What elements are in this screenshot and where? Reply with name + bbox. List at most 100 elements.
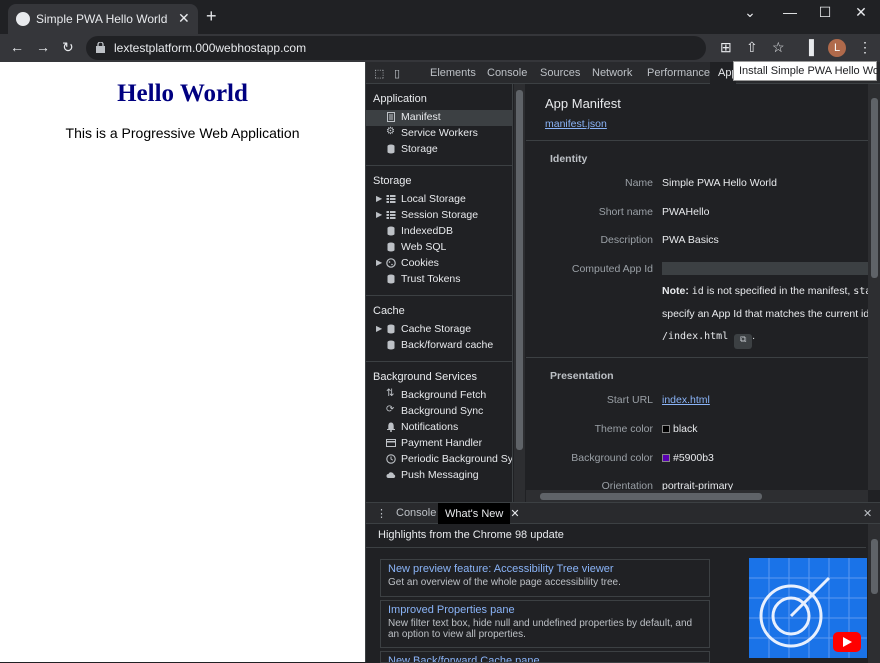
expand-triangle-icon[interactable]: ▶ bbox=[376, 210, 382, 219]
close-window-button[interactable]: ✕ bbox=[846, 4, 876, 21]
sidebar-item-back-forward-cache[interactable]: Back/forward cache bbox=[366, 338, 512, 354]
page-text: This is a Progressive Web Application bbox=[65, 125, 300, 141]
sidebar-item-background-fetch[interactable]: ⇅ Background Fetch bbox=[366, 388, 512, 404]
sidebar-header-cache: Cache bbox=[373, 305, 405, 317]
gear-icon: ⚙ bbox=[386, 126, 395, 137]
close-tab-icon[interactable]: ✕ bbox=[178, 10, 190, 27]
sidebar-item-label: Web SQL bbox=[401, 241, 447, 253]
start-url-label: Start URL bbox=[606, 394, 653, 406]
sidebar-item-push-messaging[interactable]: Push Messaging bbox=[366, 468, 512, 484]
grid-icon bbox=[386, 210, 396, 220]
sidebar-item-cookies[interactable]: ▶ Cookies bbox=[366, 256, 512, 272]
whats-new-card[interactable]: New preview feature: Accessibility Tree … bbox=[380, 559, 710, 597]
card-description: New filter text box, hide null and undef… bbox=[388, 618, 693, 640]
section-divider bbox=[526, 357, 868, 358]
scrollbar-thumb[interactable] bbox=[871, 539, 878, 594]
video-thumbnail[interactable] bbox=[749, 558, 867, 658]
sidebar-item-label: Manifest bbox=[401, 111, 441, 123]
copy-icon[interactable]: ⧉ bbox=[734, 334, 753, 349]
tab-network[interactable]: Network bbox=[592, 67, 632, 79]
sidebar-item-notifications[interactable]: Notifications bbox=[366, 420, 512, 436]
sidebar-item-label: Storage bbox=[401, 143, 438, 155]
sidebar-item-trust-tokens[interactable]: Trust Tokens bbox=[366, 272, 512, 288]
whats-new-card[interactable]: Improved Properties pane New filter text… bbox=[380, 600, 710, 648]
expand-triangle-icon[interactable]: ▶ bbox=[376, 258, 382, 267]
back-icon[interactable]: ← bbox=[10, 39, 24, 55]
manifest-link[interactable]: manifest.json bbox=[545, 118, 607, 130]
tab-performance[interactable]: Performance bbox=[647, 67, 710, 79]
sidebar-item-label: Back/forward cache bbox=[401, 339, 494, 351]
sidebar-item-periodic-background-sync[interactable]: Periodic Background Sync bbox=[366, 452, 512, 468]
manifest-vertical-scrollbar[interactable] bbox=[868, 84, 880, 490]
device-toolbar-icon[interactable]: ▯ bbox=[394, 67, 400, 80]
scrollbar-thumb[interactable] bbox=[516, 90, 523, 450]
expand-triangle-icon[interactable]: ▶ bbox=[376, 324, 382, 333]
lock-icon bbox=[96, 42, 105, 53]
sidebar-item-label: Background Sync bbox=[401, 405, 484, 417]
sidebar-item-background-sync[interactable]: ⟳ Background Sync bbox=[366, 404, 512, 420]
sidebar-item-service-workers[interactable]: ⚙ Service Workers bbox=[366, 126, 512, 142]
sidebar-item-manifest[interactable]: Manifest bbox=[366, 110, 512, 126]
note-code-start: start_ bbox=[853, 286, 868, 297]
manifest-horizontal-scrollbar[interactable] bbox=[526, 490, 868, 502]
sidebar-scrollbar[interactable] bbox=[514, 84, 525, 504]
tab-console[interactable]: Console bbox=[487, 67, 527, 79]
address-bar[interactable]: lextestplatform.000webhostapp.com bbox=[86, 36, 706, 60]
minimize-button[interactable]: — bbox=[775, 4, 805, 20]
note-label: Note: bbox=[662, 285, 689, 297]
sidebar-item-label: Trust Tokens bbox=[401, 273, 461, 285]
install-app-icon[interactable]: ⊞ bbox=[720, 39, 732, 56]
forward-icon[interactable]: → bbox=[36, 39, 50, 55]
bookmark-star-icon[interactable]: ☆ bbox=[772, 39, 785, 56]
drawer-tab-whats-new[interactable]: What's New ✕ bbox=[438, 503, 520, 524]
drawer-menu-icon[interactable]: ⋮ bbox=[376, 507, 387, 520]
cloud-icon bbox=[386, 472, 396, 478]
sidebar-item-label: Periodic Background Sync bbox=[401, 453, 513, 465]
sidebar-item-label: Service Workers bbox=[401, 127, 478, 139]
new-tab-button[interactable]: + bbox=[206, 6, 217, 27]
reload-icon[interactable]: ↻ bbox=[62, 39, 74, 56]
sidebar-divider bbox=[366, 361, 512, 362]
drawer-divider bbox=[366, 547, 866, 548]
start-url-link[interactable]: index.html bbox=[662, 394, 710, 406]
card-title[interactable]: Improved Properties pane bbox=[388, 604, 702, 616]
inspect-element-icon[interactable]: ⬚ bbox=[374, 67, 384, 80]
card-description: Get an overview of the whole page access… bbox=[388, 577, 621, 588]
background-color-label: Background color bbox=[571, 452, 653, 464]
sidebar-item-indexeddb[interactable]: IndexedDB bbox=[366, 224, 512, 240]
avatar[interactable]: L bbox=[828, 39, 846, 57]
sidebar-item-web-sql[interactable]: Web SQL bbox=[366, 240, 512, 256]
background-color-text: #5900b3 bbox=[673, 452, 714, 464]
theme-color-text: black bbox=[673, 423, 698, 435]
cookie-icon bbox=[386, 258, 396, 268]
database-icon bbox=[387, 242, 395, 252]
sidebar-header-application: Application bbox=[373, 93, 427, 105]
sidebar-item-payment-handler[interactable]: Payment Handler bbox=[366, 436, 512, 452]
close-icon[interactable]: ✕ bbox=[510, 508, 519, 520]
maximize-button[interactable]: ☐ bbox=[810, 4, 840, 21]
sidebar-item-label: Cookies bbox=[401, 257, 439, 269]
whats-new-card[interactable]: New Back/forward Cache pane bbox=[380, 651, 710, 663]
close-drawer-icon[interactable]: ✕ bbox=[863, 507, 872, 520]
tab-sources[interactable]: Sources bbox=[540, 67, 580, 79]
tab-search-icon[interactable]: ⌄ bbox=[735, 4, 765, 21]
share-icon[interactable]: ⇧ bbox=[746, 39, 758, 56]
tab-elements[interactable]: Elements bbox=[430, 67, 476, 79]
drawer-scrollbar[interactable] bbox=[868, 524, 880, 663]
browser-tab[interactable]: Simple PWA Hello World ✕ bbox=[8, 4, 198, 34]
sidebar-header-storage: Storage bbox=[373, 175, 412, 187]
card-title[interactable]: New preview feature: Accessibility Tree … bbox=[388, 563, 702, 575]
drawer-tab-console[interactable]: Console bbox=[396, 507, 436, 519]
manifest-pane: App Manifest manifest.json Identity Name… bbox=[526, 84, 868, 490]
menu-icon[interactable]: ⋮ bbox=[858, 39, 872, 56]
sidebar-item-session-storage[interactable]: ▶ Session Storage bbox=[366, 208, 512, 224]
presentation-header: Presentation bbox=[550, 370, 614, 382]
scrollbar-thumb[interactable] bbox=[540, 493, 762, 500]
scrollbar-thumb[interactable] bbox=[871, 98, 878, 278]
side-panel-icon[interactable]: ▐ bbox=[804, 39, 814, 55]
sidebar-item-label: IndexedDB bbox=[401, 225, 453, 237]
expand-triangle-icon[interactable]: ▶ bbox=[376, 194, 382, 203]
sidebar-item-cache-storage[interactable]: ▶ Cache Storage bbox=[366, 322, 512, 338]
sidebar-item-local-storage[interactable]: ▶ Local Storage bbox=[366, 192, 512, 208]
sidebar-item-storage[interactable]: Storage bbox=[366, 142, 512, 158]
